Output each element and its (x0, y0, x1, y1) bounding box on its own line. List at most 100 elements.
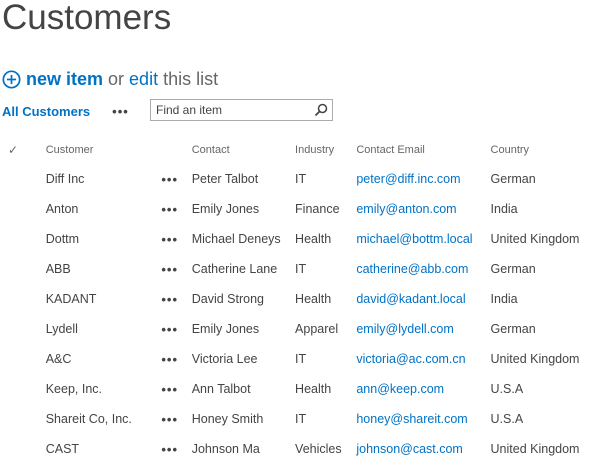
cell-country: German (490, 262, 536, 276)
table-row[interactable]: ABB ••• Catherine Lane IT catherine@abb.com G… (0, 254, 592, 284)
row-menu-button[interactable]: ••• (161, 172, 178, 187)
row-menu-button-cell: ••• (161, 434, 191, 464)
row-select-cell[interactable] (0, 164, 46, 194)
table-row[interactable]: Lydell ••• Emily Jones Apparel emily@lydell.… (0, 314, 592, 344)
header-industry[interactable]: Industry (295, 136, 356, 164)
search-input[interactable] (151, 100, 316, 120)
row-select-cell[interactable] (0, 224, 46, 254)
cell-customer[interactable]: Shareit Co, Inc. (46, 404, 162, 434)
table-row[interactable]: Keep, Inc. ••• Ann Talbot Health ann@keep.co… (0, 374, 592, 404)
search-icon[interactable] (314, 103, 328, 117)
cell-industry: Apparel (295, 322, 339, 336)
header-contact[interactable]: Contact (192, 136, 295, 164)
table-row[interactable]: A&C ••• Victoria Lee IT victoria@ac.com.cn Un… (0, 344, 592, 374)
row-select-cell[interactable] (0, 254, 46, 284)
cell-customer[interactable]: Dottm (46, 224, 162, 254)
this-list-text: this list (163, 68, 219, 89)
table-row[interactable]: Shareit Co, Inc. ••• Honey Smith IT honey@sh… (0, 404, 592, 434)
row-menu-button[interactable]: ••• (161, 382, 178, 397)
cell-contact: Peter Talbot (191, 172, 259, 186)
row-menu-button-cell: ••• (161, 284, 191, 314)
row-select-cell[interactable] (0, 314, 46, 344)
row-menu-button[interactable]: ••• (161, 412, 178, 427)
view-more-button[interactable]: ••• (112, 104, 129, 119)
new-item-bar: new item or edit this list (2, 66, 218, 92)
row-menu-button[interactable]: ••• (161, 202, 178, 217)
new-item-link[interactable]: new item (26, 69, 103, 90)
row-menu-button[interactable]: ••• (161, 322, 178, 337)
view-all-customers[interactable]: All Customers (2, 104, 90, 119)
row-select-cell[interactable] (0, 434, 46, 464)
row-select-cell[interactable] (0, 374, 46, 404)
cell-contact: Michael Deneys (191, 232, 281, 246)
cell-country: U.S.A (490, 412, 524, 426)
cell-contact-email[interactable]: emily@lydell.com (356, 322, 453, 336)
cell-country: German (490, 172, 536, 186)
cell-customer[interactable]: Anton (46, 194, 162, 224)
row-menu-button[interactable]: ••• (161, 442, 178, 457)
cell-contact: David Strong (191, 292, 264, 306)
select-all-header[interactable]: ✓ (0, 136, 46, 164)
cell-contact-email[interactable]: ann@keep.com (356, 382, 444, 396)
cell-contact-email[interactable]: catherine@abb.com (356, 262, 468, 276)
row-menu-button[interactable]: ••• (161, 232, 178, 247)
row-select-cell[interactable] (0, 194, 46, 224)
cell-customer[interactable]: ABB (46, 254, 162, 284)
search-box (150, 99, 333, 121)
header-customer[interactable]: Customer (46, 136, 162, 164)
header-contact-email[interactable]: Contact Email (356, 136, 490, 164)
cell-contact-email[interactable]: honey@shareit.com (356, 412, 467, 426)
cell-customer[interactable]: A&C (46, 344, 162, 374)
cell-contact-email[interactable]: david@kadant.local (356, 292, 465, 306)
view-selector: All Customers ••• (2, 99, 129, 123)
cell-contact-email[interactable]: johnson@cast.com (356, 442, 463, 456)
checkmark-icon: ✓ (8, 143, 19, 157)
cell-customer[interactable]: Diff Inc (46, 164, 162, 194)
cell-contact: Ann Talbot (191, 382, 251, 396)
cell-contact-email-cell: johnson@cast.com (356, 434, 490, 464)
row-menu-button-cell: ••• (161, 164, 191, 194)
cell-industry: IT (295, 412, 307, 426)
row-menu-button-cell: ••• (161, 374, 191, 404)
cell-country: German (490, 322, 536, 336)
or-text: or (108, 68, 125, 89)
cell-country: U.S.A (490, 382, 524, 396)
cell-contact-email-cell: ann@keep.com (356, 374, 490, 404)
cell-customer[interactable]: Keep, Inc. (46, 374, 162, 404)
cell-customer[interactable]: KADANT (46, 284, 162, 314)
cell-customer[interactable]: CAST (46, 434, 162, 464)
cell-industry: IT (295, 262, 307, 276)
table-row[interactable]: Diff Inc ••• Peter Talbot IT peter@diff.inc.… (0, 164, 592, 194)
table-row[interactable]: Dottm ••• Michael Deneys Health michael@bott… (0, 224, 592, 254)
row-menu-button-cell: ••• (161, 404, 191, 434)
cell-industry: IT (295, 352, 307, 366)
row-menu-button-cell: ••• (161, 254, 191, 284)
row-menu-button[interactable]: ••• (161, 352, 178, 367)
cell-contact: Victoria Lee (191, 352, 258, 366)
cell-contact-email-cell: peter@diff.inc.com (356, 164, 490, 194)
row-select-cell[interactable] (0, 344, 46, 374)
cell-country: India (490, 292, 518, 306)
cell-industry: Health (295, 382, 332, 396)
cell-contact-email[interactable]: victoria@ac.com.cn (356, 352, 465, 366)
row-menu-button[interactable]: ••• (161, 292, 178, 307)
cell-country: United Kingdom (490, 442, 580, 456)
cell-customer[interactable]: Lydell (46, 314, 162, 344)
cell-contact-email-cell: emily@lydell.com (356, 314, 490, 344)
header-country[interactable]: Country (491, 136, 592, 164)
row-menu-button-cell: ••• (161, 224, 191, 254)
cell-contact-email[interactable]: peter@diff.inc.com (356, 172, 460, 186)
page-title: Customers (2, 0, 172, 37)
cell-contact-email-cell: michael@bottm.local (356, 224, 490, 254)
row-menu-button-cell: ••• (161, 314, 191, 344)
table-row[interactable]: CAST ••• Johnson Ma Vehicles johnson@cast.co… (0, 434, 592, 464)
table-row[interactable]: KADANT ••• David Strong Health david@kadant.… (0, 284, 592, 314)
row-select-cell[interactable] (0, 284, 46, 314)
edit-list-link[interactable]: edit (129, 69, 158, 90)
cell-contact-email[interactable]: emily@anton.com (356, 202, 456, 216)
cell-contact-email[interactable]: michael@bottm.local (356, 232, 472, 246)
row-menu-button[interactable]: ••• (161, 262, 178, 277)
row-select-cell[interactable] (0, 404, 46, 434)
plus-circle-icon[interactable] (2, 69, 21, 89)
table-row[interactable]: Anton ••• Emily Jones Finance emily@anton.co… (0, 194, 592, 224)
